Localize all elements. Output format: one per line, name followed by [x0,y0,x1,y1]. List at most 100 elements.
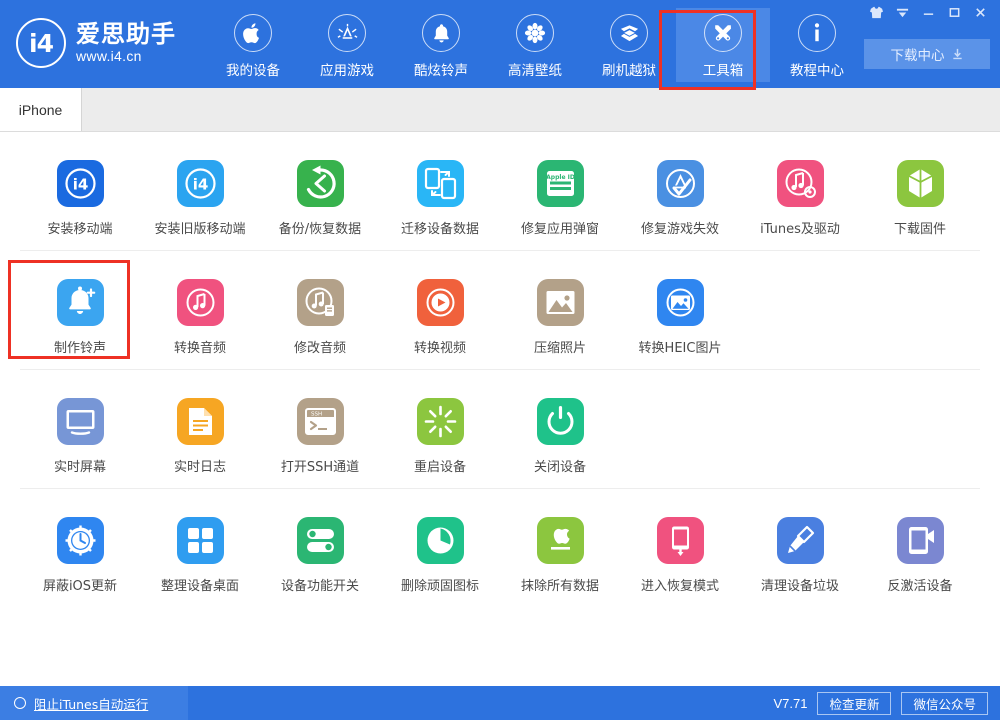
tool-tile-label: 备份/恢复数据 [279,218,361,237]
tool-tile[interactable]: 整理设备桌面 [140,511,260,594]
main-nav: 我的设备应用游戏酷炫铃声 高清壁纸 刷机越狱 工具箱 教程中心 [206,8,864,82]
nav-item-6[interactable]: 工具箱 [676,8,770,82]
block-itunes-label: 阻止iTunes自动运行 [34,694,148,713]
bell-icon [422,14,460,52]
tool-tile-label: 转换HEIC图片 [639,337,722,356]
edit-audio-icon [297,279,344,326]
tab-iphone[interactable]: iPhone [0,88,82,131]
block-itunes-toggle[interactable]: 阻止iTunes自动运行 [0,686,188,720]
tool-tile[interactable]: 下载固件 [860,154,980,237]
tool-tile-label: 设备功能开关 [281,575,359,594]
tool-tile-label: 抹除所有数据 [521,575,599,594]
tool-tile-label: 打开SSH通道 [281,456,359,475]
nav-item-3[interactable]: 酷炫铃声 [394,8,488,82]
apple-icon [234,14,272,52]
tool-tile[interactable]: 屏蔽iOS更新 [20,511,140,594]
tool-tile-label: 转换音频 [174,337,226,356]
tool-tile-label: 修复游戏失效 [641,218,719,237]
power-off-icon [537,398,584,445]
convert-audio-icon [177,279,224,326]
nav-item-label: 高清壁纸 [508,59,562,79]
tool-tile-label: 进入恢复模式 [641,575,719,594]
tool-tile[interactable]: 压缩照片 [500,273,620,356]
skin-icon[interactable] [864,2,888,22]
toolbox-row: i4安装移动端i4安装旧版移动端备份/恢复数据迁移设备数据Apple ID修复应… [20,132,980,251]
tool-tile[interactable]: 迁移设备数据 [380,154,500,237]
app-logo[interactable]: i4 爱思助手 www.i4.cn [16,18,196,68]
logo-text: 爱思助手 www.i4.cn [76,22,176,64]
svg-text:SSH: SSH [311,412,322,418]
tool-tile-label: 重启设备 [414,456,466,475]
tool-tile[interactable]: 进入恢复模式 [620,511,740,594]
nav-item-label: 酷炫铃声 [414,59,468,79]
status-bar: 阻止iTunes自动运行 V7.71 检查更新 微信公众号 [0,686,1000,720]
tool-tile-label: 反激活设备 [887,575,952,594]
appstore-icon [328,14,366,52]
itunes-driver-icon [777,160,824,207]
maximize-button[interactable] [942,2,966,22]
download-center-button[interactable]: 下载中心 [864,39,990,69]
tool-tile[interactable]: 转换音频 [140,273,260,356]
tool-tile[interactable]: 反激活设备 [860,511,980,594]
tool-tile[interactable]: 修改音频 [260,273,380,356]
nav-item-1[interactable]: 我的设备 [206,8,300,82]
close-button[interactable] [968,2,992,22]
nav-item-5[interactable]: 刷机越狱 [582,8,676,82]
minimize-button[interactable] [916,2,940,22]
tool-tile[interactable]: 删除顽固图标 [380,511,500,594]
tool-tile[interactable]: 实时日志 [140,392,260,475]
tool-tile-label: 关闭设备 [534,456,586,475]
erase-all-data-icon [537,517,584,564]
info-icon [798,14,836,52]
firmware-box-icon [897,160,944,207]
tool-tile[interactable]: 实时屏幕 [20,392,140,475]
tool-tile[interactable]: i4安装移动端 [20,154,140,237]
tool-tile[interactable]: 清理设备垃圾 [740,511,860,594]
tool-tile-label: 制作铃声 [54,337,106,356]
nav-item-label: 工具箱 [703,59,744,79]
menu-dropdown-icon[interactable] [890,2,914,22]
nav-item-7[interactable]: 教程中心 [770,8,864,82]
tool-tile[interactable]: SSH 打开SSH通道 [260,392,380,475]
nav-item-4[interactable]: 高清壁纸 [488,8,582,82]
flower-wallpaper-icon [516,14,554,52]
download-icon [951,48,964,61]
wechat-official-button[interactable]: 微信公众号 [901,692,988,715]
svg-text:i4: i4 [72,176,88,194]
tool-tile[interactable]: 备份/恢复数据 [260,154,380,237]
toolbox-row: 屏蔽iOS更新 整理设备桌面设备功能开关 删除顽固图标抹除所有数据 进入恢复模式 清理设… [20,489,980,607]
nav-item-2[interactable]: 应用游戏 [300,8,394,82]
tool-tile-label: 迁移设备数据 [401,218,479,237]
tool-tile-label: 压缩照片 [534,337,586,356]
tools-icon [704,14,742,52]
live-log-icon [177,398,224,445]
download-center-label: 下载中心 [891,44,945,64]
tool-tile[interactable]: 重启设备 [380,392,500,475]
tool-tile[interactable]: 设备功能开关 [260,511,380,594]
tool-tile[interactable]: 抹除所有数据 [500,511,620,594]
tool-tile[interactable]: 转换HEIC图片 [620,273,740,356]
check-update-button[interactable]: 检查更新 [817,692,891,715]
convert-video-icon [417,279,464,326]
tool-tile[interactable]: 转换视频 [380,273,500,356]
make-ringtone-icon [57,279,104,326]
tool-tile[interactable]: 关闭设备 [500,392,620,475]
tool-tile-label: 转换视频 [414,337,466,356]
tool-tile[interactable]: Apple ID修复应用弹窗 [500,154,620,237]
tool-tile[interactable]: i4安装旧版移动端 [140,154,260,237]
app-window: i4 爱思助手 www.i4.cn 我的设备应用游戏酷炫铃声 高清壁纸 刷机越狱 工具… [0,0,1000,720]
tool-tile[interactable]: 制作铃声 [20,273,140,356]
tool-tile[interactable]: iTunes及驱动 [740,154,860,237]
open-box-icon [610,14,648,52]
live-screen-icon [57,398,104,445]
nav-item-label: 刷机越狱 [602,59,656,79]
tool-tile[interactable]: 修复游戏失效 [620,154,740,237]
tool-tile-label: 安装旧版移动端 [154,218,245,237]
status-right-group: V7.71 检查更新 微信公众号 [773,692,1000,715]
logo-glyph: i4 [29,31,53,56]
arrange-desktop-icon [177,517,224,564]
tool-tile-label: iTunes及驱动 [760,218,840,237]
logo-title: 爱思助手 [76,22,176,47]
tool-tile-label: 屏蔽iOS更新 [43,575,117,594]
toolbox-row: 制作铃声 转换音频 修改音频转换视频 压缩照片 转换HEIC图片 [20,251,980,370]
